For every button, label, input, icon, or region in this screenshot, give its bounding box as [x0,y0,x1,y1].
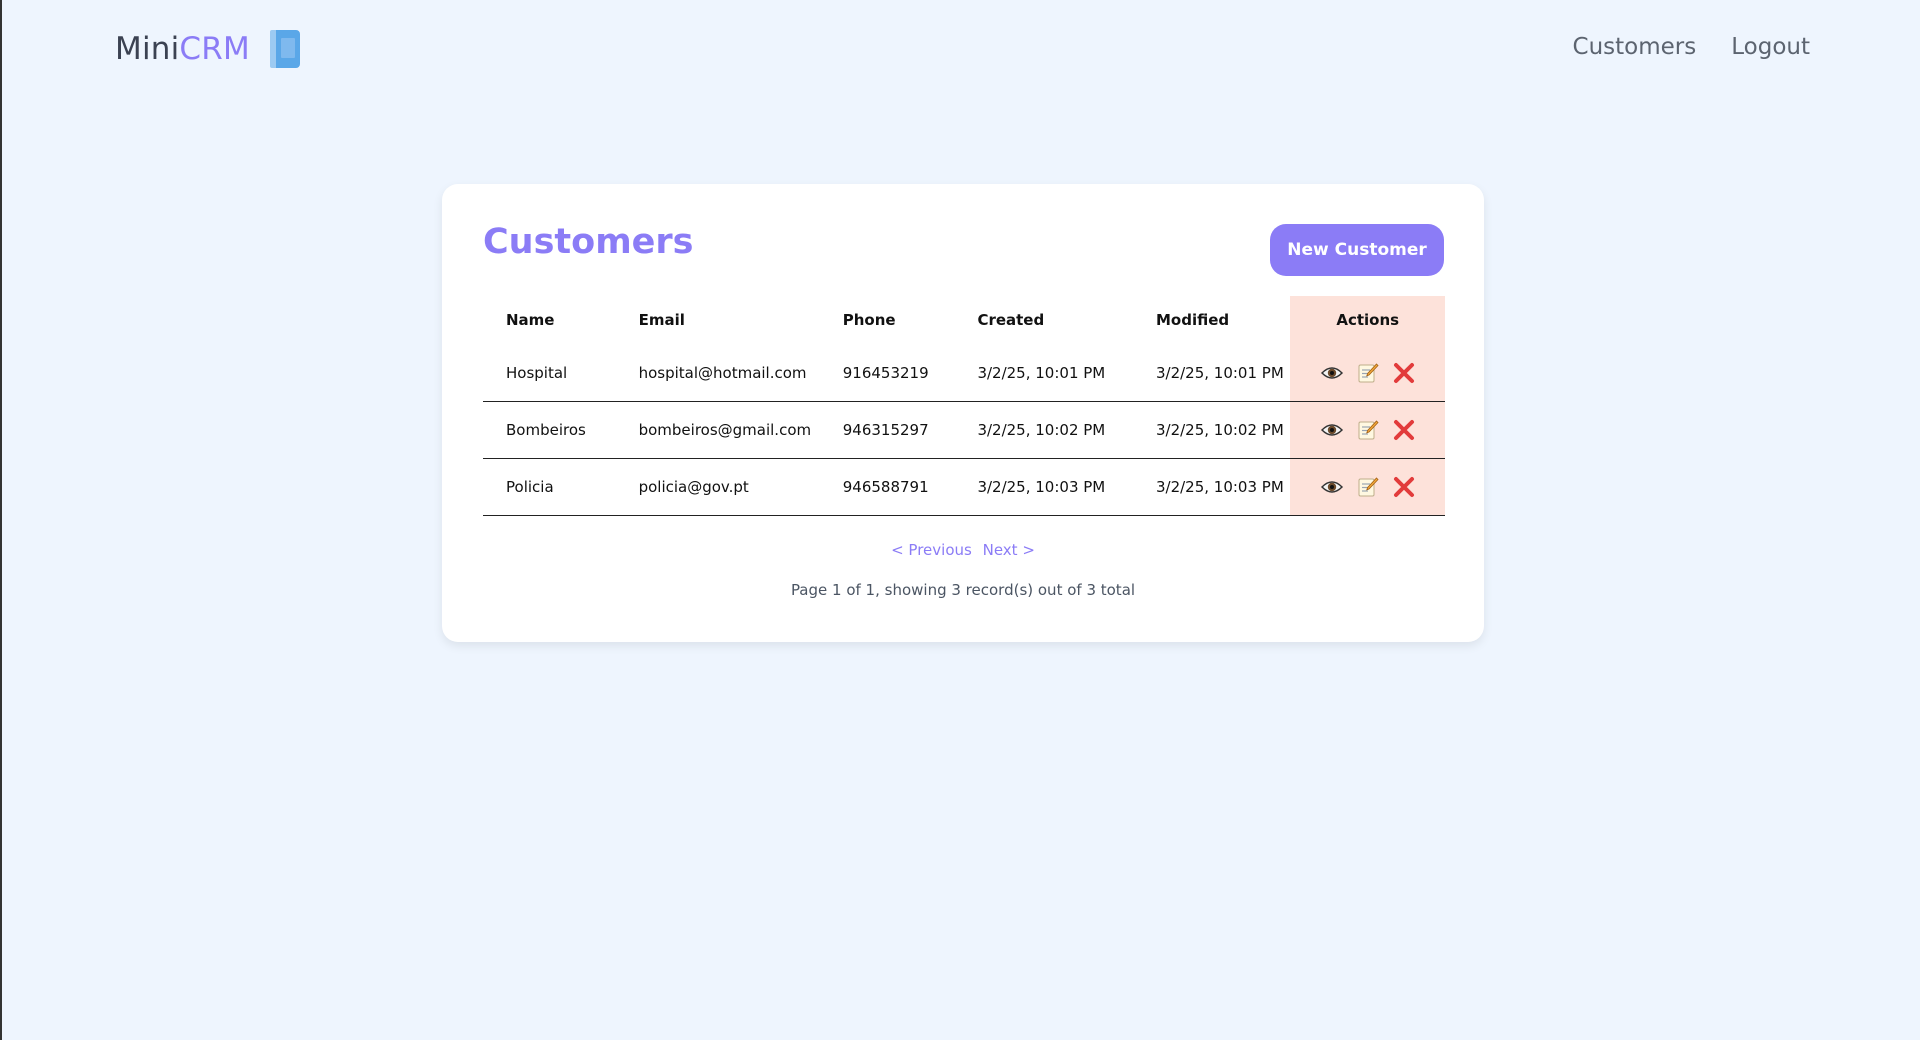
edit-memo-icon[interactable] [1356,361,1380,385]
cell-name: Hospital [506,363,568,382]
pagination: < Previous Next > [442,541,1484,559]
cell-created: 3/2/25, 10:01 PM [977,363,1106,382]
cell-email: bombeiros@gmail.com [638,421,812,439]
next-page-link[interactable]: Next > [983,541,1035,559]
delete-x-icon[interactable] [1392,475,1416,499]
cell-modified: 3/2/25, 10:03 PM [1155,478,1284,496]
delete-x-icon[interactable] [1392,418,1416,442]
header-actions: Actions [1290,296,1445,344]
delete-x-icon[interactable] [1392,361,1416,385]
cell-created: 3/2/25, 10:02 PM [977,421,1106,439]
page-info: Page 1 of 1, showing 3 record(s) out of … [790,581,1136,599]
nav-customers-link[interactable]: Customers [1573,34,1697,60]
navbar: Mini CRM Customers Logout [2,0,1920,104]
brand-crm: CRM [179,31,250,67]
cell-modified: 3/2/25, 10:01 PM [1155,363,1284,382]
page-title: Customers [483,222,694,262]
cell-phone: 946315297 [842,421,929,439]
header-email: Email [638,311,685,329]
header-modified: Modified [1155,311,1230,329]
cell-created: 3/2/25, 10:03 PM [977,478,1106,496]
cell-modified: 3/2/25, 10:02 PM [1155,421,1284,439]
cell-email: policia@gov.pt [638,478,749,496]
header-name: Name [506,311,555,329]
header-created: Created [977,311,1045,329]
table-row: Policia policia@gov.pt 946588791 3/2/25, 10… [483,458,1445,516]
eye-icon[interactable] [1320,418,1344,442]
table-row: Bombeiros bombeiros@gmail.com 946315297 3/2… [483,401,1445,459]
cell-actions [1290,344,1445,402]
nav-logout-link[interactable]: Logout [1731,34,1810,60]
previous-page-link[interactable]: < Previous [891,541,972,559]
edit-memo-icon[interactable] [1356,475,1380,499]
cell-phone: 916453219 [842,363,929,382]
customers-card: Customers New Customer Name Email Phone … [442,184,1484,642]
cell-name: Bombeiros [506,421,586,439]
table-row: Hospital hospital@hotmail.com 916453219 3/2… [483,344,1445,402]
cell-name: Policia [506,478,554,496]
cell-email: hospital@hotmail.com [638,363,807,382]
cell-actions [1290,401,1445,459]
new-customer-button[interactable]: New Customer [1270,224,1444,276]
table-header-row: Name Email Phone Created Modified Action… [483,296,1445,344]
customers-table: Name Email Phone Created Modified Action… [483,296,1445,516]
eye-icon[interactable] [1320,475,1344,499]
brand-logo[interactable]: Mini CRM [115,30,300,68]
cell-actions [1290,458,1445,516]
header-phone: Phone [842,311,896,329]
notebook-icon [269,30,300,68]
nav-links: Customers Logout [1573,34,1810,60]
brand-mini: Mini [115,31,180,67]
edit-memo-icon[interactable] [1356,418,1380,442]
eye-icon[interactable] [1320,361,1344,385]
cell-phone: 946588791 [842,478,929,496]
